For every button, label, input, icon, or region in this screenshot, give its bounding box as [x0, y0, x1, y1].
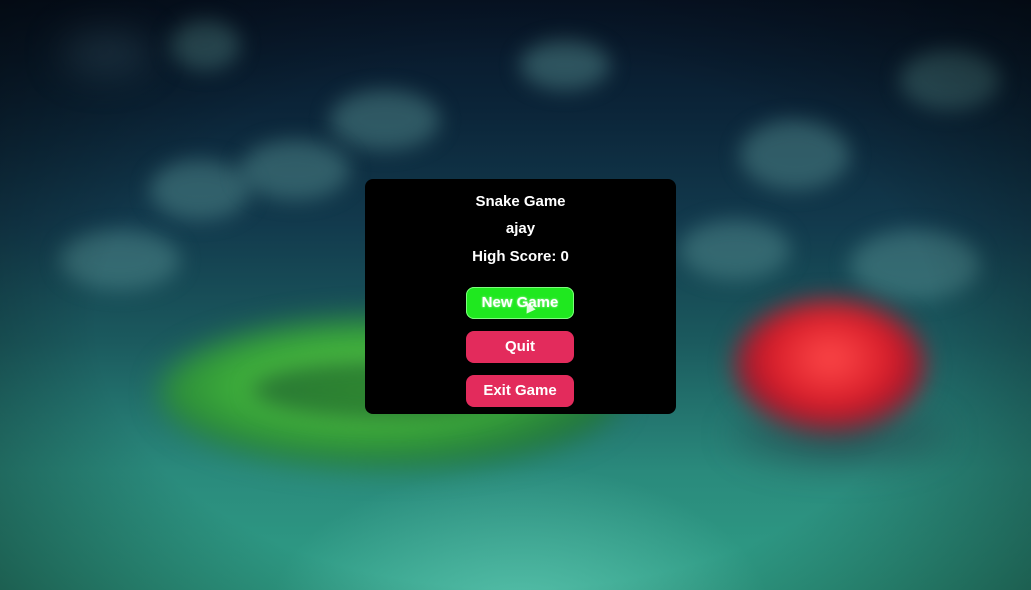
background-blur-dot — [900, 50, 1000, 110]
background-blur-dot — [240, 140, 350, 200]
background-blur-dot — [60, 230, 180, 290]
background-blur-dot — [170, 20, 240, 70]
exit-game-button[interactable]: Exit Game — [466, 375, 574, 407]
game-title: Snake Game — [475, 193, 566, 210]
background-blur-dot — [680, 220, 790, 280]
background-blur-dot — [150, 160, 250, 220]
background-blur-dot — [850, 230, 980, 300]
background-blur-dot — [330, 90, 440, 150]
background-blur-dot — [740, 120, 850, 190]
background-blur-dot — [60, 30, 150, 75]
blurred-apple-icon — [735, 300, 925, 430]
high-score: High Score: 0 — [472, 248, 569, 265]
game-screen: Snake Game ajay High Score: 0 New Game Q… — [0, 0, 1031, 590]
background-blur-dot — [520, 40, 610, 90]
new-game-button[interactable]: New Game — [466, 287, 574, 319]
quit-button[interactable]: Quit — [466, 331, 574, 363]
player-name: ajay — [505, 220, 536, 237]
main-menu-panel: Snake Game ajay High Score: 0 New Game Q… — [365, 179, 676, 414]
